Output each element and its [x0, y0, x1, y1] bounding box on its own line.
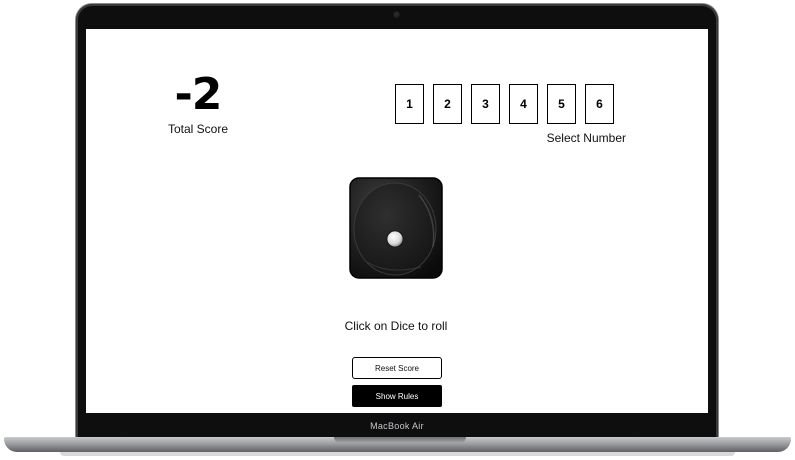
base-notch	[334, 437, 466, 443]
score-panel: -2 Total Score	[158, 69, 238, 137]
laptop-frame: -2 Total Score 1 2 3 4 5 6 Select Number	[76, 4, 718, 440]
number-button-5[interactable]: 5	[547, 84, 576, 124]
device-brand-label: MacBook Air	[370, 421, 424, 431]
number-button-4[interactable]: 4	[509, 84, 538, 124]
number-selector: 1 2 3 4 5 6	[395, 84, 614, 124]
app-screen: -2 Total Score 1 2 3 4 5 6 Select Number	[86, 29, 708, 413]
number-button-3[interactable]: 3	[471, 84, 500, 124]
total-score-value: -2	[174, 69, 223, 120]
base-shadow	[60, 452, 735, 456]
dice-face-icon	[349, 177, 443, 279]
roll-instruction: Click on Dice to roll	[344, 319, 448, 333]
dice-button[interactable]	[349, 177, 443, 279]
show-rules-button[interactable]: Show Rules	[352, 385, 442, 407]
number-button-1[interactable]: 1	[395, 84, 424, 124]
number-button-6[interactable]: 6	[585, 84, 614, 124]
select-number-label: Select Number	[546, 131, 626, 145]
camera-icon	[394, 12, 399, 17]
total-score-label: Total Score	[167, 122, 229, 136]
number-button-2[interactable]: 2	[433, 84, 462, 124]
laptop-base	[4, 437, 791, 452]
reset-score-button[interactable]: Reset Score	[352, 357, 442, 379]
